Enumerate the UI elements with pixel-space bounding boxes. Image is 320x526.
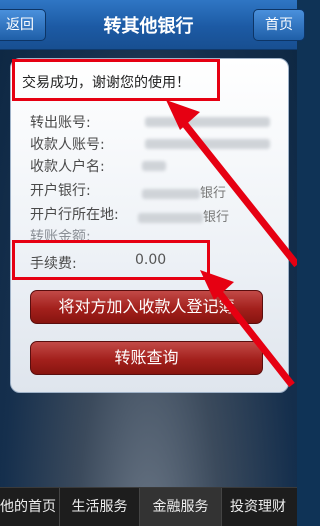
nav-item-home[interactable]: 他的首页 [0,488,60,526]
fee-highlight-box [12,240,210,280]
payee-account-value [145,136,270,151]
bank-location-label: 开户行所在地: [30,207,119,223]
masked-value [138,212,203,223]
from-account-value [145,114,270,129]
home-button[interactable]: 首页 [253,9,305,41]
nav-item-investment[interactable]: 投资理财 [222,488,297,526]
back-button[interactable]: 返回 [0,9,46,41]
page-title: 转其他银行 [103,16,194,37]
bank-location-suffix: 银行 [203,210,230,225]
bank-suffix: 银行 [200,186,227,201]
top-bar: 返回 转其他银行 首页 [0,0,305,50]
nav-item-financial-services[interactable]: 金融服务 [140,488,222,526]
bank-value: 银行 [142,182,226,201]
success-highlight-box [12,59,220,101]
transfer-query-button[interactable]: 转账查询 [30,341,263,375]
masked-value [145,138,270,149]
payee-account-label: 收款人账号: [30,137,105,153]
masked-value [142,160,166,171]
masked-value [142,188,200,199]
bank-location-value: 银行 [138,206,229,225]
payee-name-value [142,158,166,173]
bottom-nav: 他的首页 生活服务 金融服务 投资理财 [0,487,297,526]
masked-value [145,116,270,127]
add-payee-button[interactable]: 将对方加入收款人登记簿 [30,290,263,324]
bank-label: 开户银行: [30,183,91,199]
nav-item-life-services[interactable]: 生活服务 [60,488,140,526]
payee-name-label: 收款人户名: [30,159,105,175]
from-account-label: 转出账号: [30,115,91,131]
